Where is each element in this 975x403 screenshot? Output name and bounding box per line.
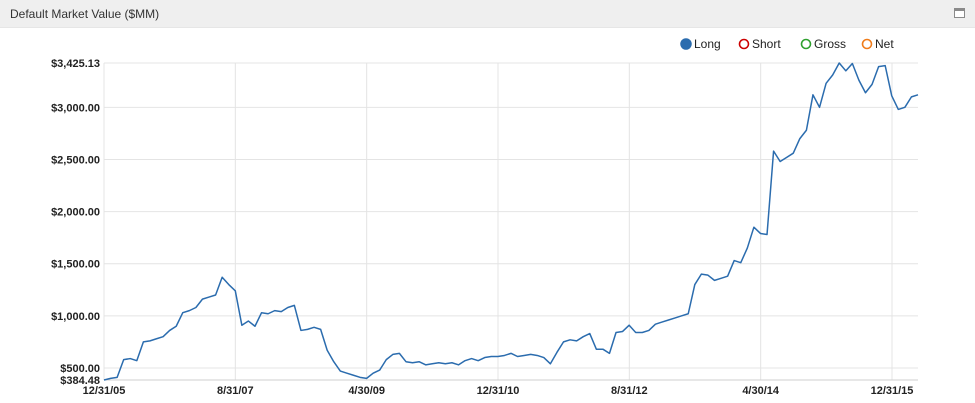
y-tick-label: $2,000.00 <box>51 207 100 219</box>
legend-label-short[interactable]: Short <box>752 37 781 51</box>
x-tick-label: 8/31/07 <box>217 385 254 397</box>
x-tick-label: 8/31/12 <box>611 385 648 397</box>
legend-marker-long[interactable] <box>680 38 692 50</box>
market-value-chart: $3,425.13 $3,000.00 $2,500.00 $2,000.00 $1,5… <box>51 37 919 397</box>
legend-marker-short[interactable] <box>738 38 750 50</box>
panel-title: Default Market Value ($MM) <box>10 7 160 21</box>
y-tick-label: $3,000.00 <box>51 102 100 114</box>
series-line-long <box>103 62 919 381</box>
x-tick-label: 12/31/10 <box>477 385 520 397</box>
x-tick-label: 4/30/14 <box>742 385 780 397</box>
legend-label-gross[interactable]: Gross <box>814 37 846 51</box>
chart-legend: Long Short Gross Net <box>680 37 894 51</box>
x-tick-label: 12/31/15 <box>871 385 914 397</box>
y-tick-label: $500.00 <box>60 363 100 375</box>
y-tick-label: $3,425.13 <box>51 58 100 70</box>
legend-marker-net[interactable] <box>861 38 873 50</box>
y-tick-label: $1,500.00 <box>51 259 100 271</box>
legend-label-net[interactable]: Net <box>875 37 894 51</box>
x-tick-label: 4/30/09 <box>348 385 385 397</box>
y-tick-label: $1,000.00 <box>51 311 100 323</box>
window-maximize-icon[interactable] <box>954 8 965 18</box>
panel-header: Default Market Value ($MM) <box>0 0 975 28</box>
y-tick-label: $2,500.00 <box>51 154 100 166</box>
legend-marker-gross[interactable] <box>800 38 812 50</box>
x-tick-label: 12/31/05 <box>83 385 126 397</box>
legend-label-long[interactable]: Long <box>694 37 721 51</box>
